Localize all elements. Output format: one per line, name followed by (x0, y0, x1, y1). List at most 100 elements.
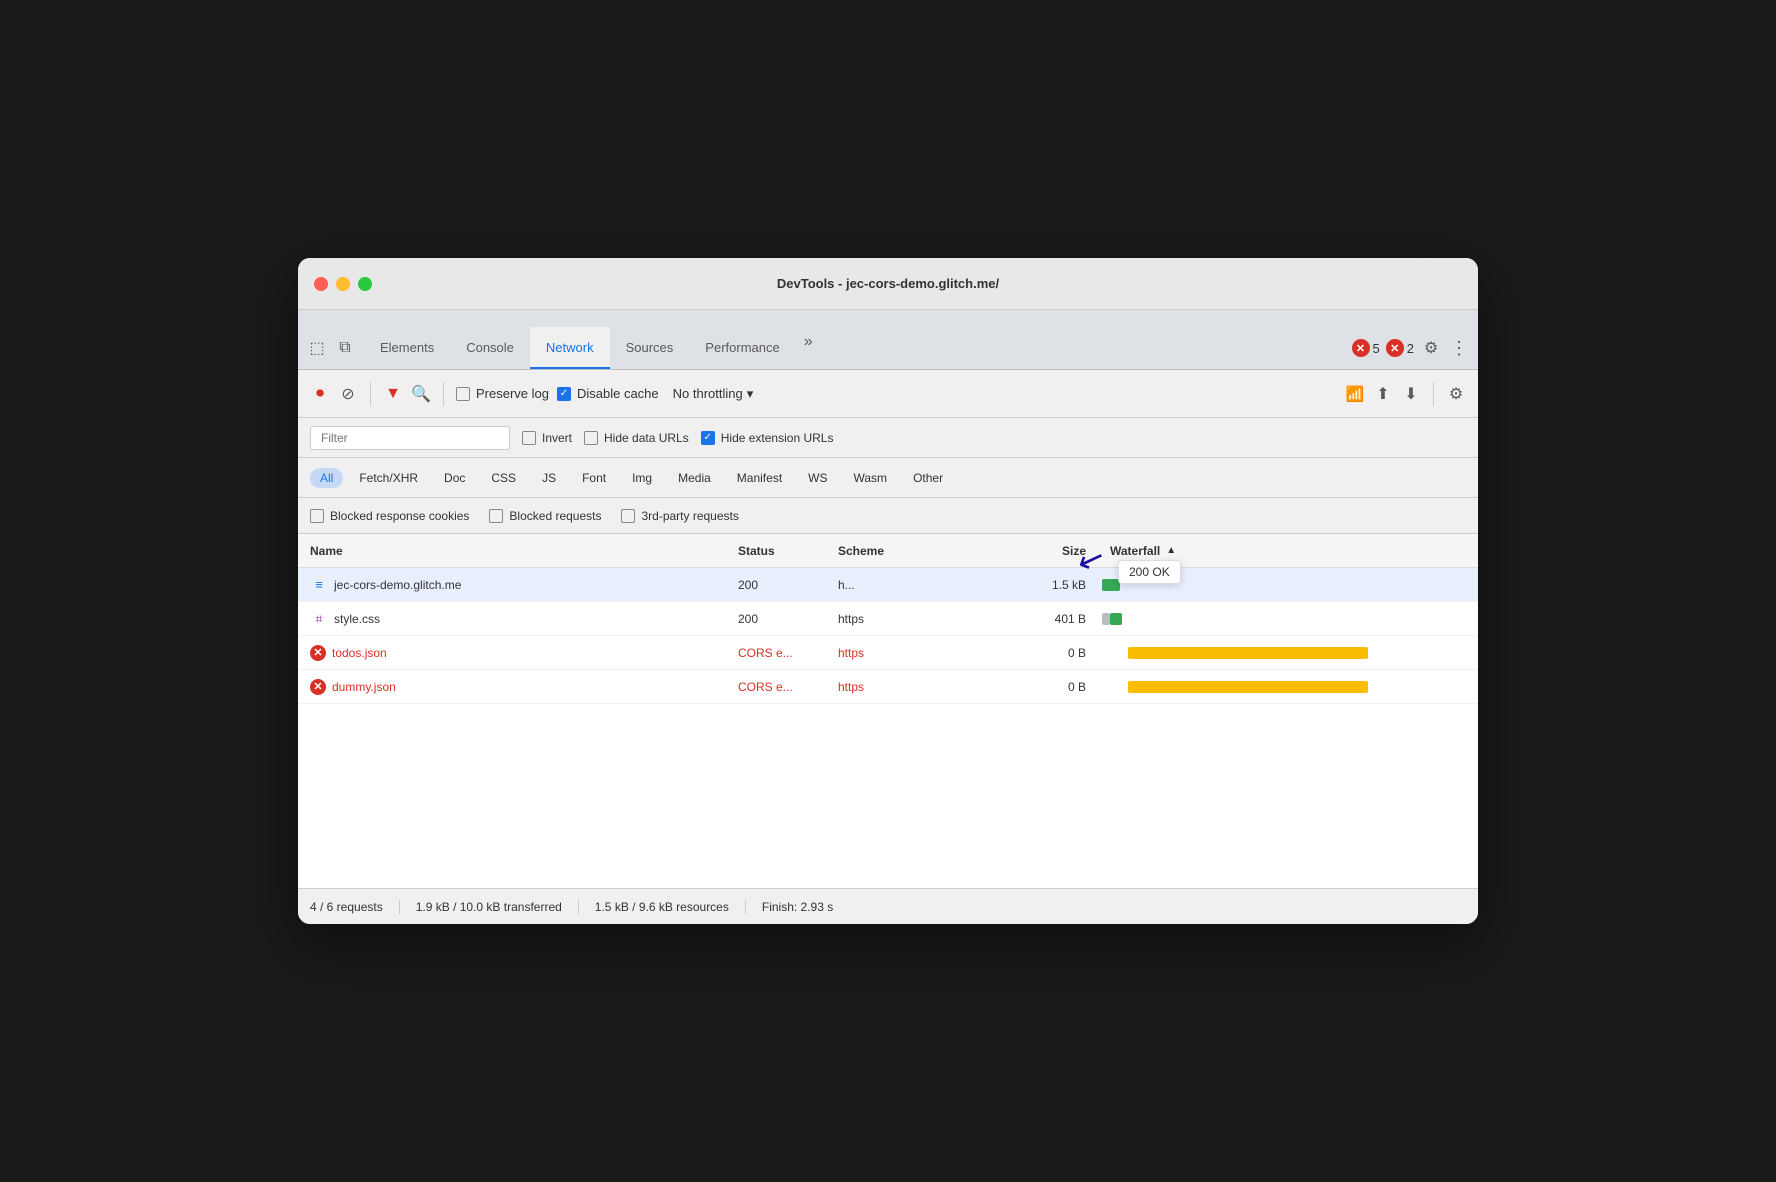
type-filter-wasm[interactable]: Wasm (844, 468, 898, 488)
hide-data-urls-label[interactable]: Hide data URLs (584, 431, 689, 445)
record-stop-icon[interactable]: ⏺ (310, 384, 330, 404)
row-size-3: 0 B (998, 646, 1098, 660)
row-waterfall-4 (1098, 670, 1478, 703)
tab-elements[interactable]: Elements (364, 327, 450, 369)
devtools-right-icons: ✕ 5 ✕ 2 ⚙ ⋮ (1352, 337, 1470, 359)
disable-cache-label[interactable]: ✓ Disable cache (557, 386, 659, 401)
row-waterfall-2 (1098, 602, 1478, 635)
col-header-status[interactable]: Status (738, 544, 838, 558)
row-status-1: 200 (738, 578, 838, 592)
type-filter-ws[interactable]: WS (798, 468, 837, 488)
filter-input[interactable] (310, 426, 510, 450)
invert-checkbox[interactable] (522, 431, 536, 445)
tab-console[interactable]: Console (450, 327, 530, 369)
row-name-cell-2: ⌗ style.css (298, 610, 738, 628)
minimize-button[interactable] (336, 277, 350, 291)
search-icon[interactable]: 🔍 (411, 384, 431, 404)
row-status-2: 200 (738, 612, 838, 626)
error-circle-icon: ✕ (310, 645, 326, 661)
chevron-down-icon: ▾ (747, 386, 754, 402)
hide-extension-urls-checkbox[interactable]: ✓ (701, 431, 715, 445)
devtools-window: DevTools - jec-cors-demo.glitch.me/ ⬚ ⧉ … (298, 258, 1478, 924)
third-party-checkbox[interactable] (621, 509, 635, 523)
row-status-4: CORS e... (738, 680, 838, 694)
status-requests: 4 / 6 requests (310, 900, 400, 914)
type-filter-img[interactable]: Img (622, 468, 662, 488)
row-name-4: dummy.json (332, 680, 396, 694)
import-icon[interactable]: ⬇ (1401, 384, 1421, 404)
close-button[interactable] (314, 277, 328, 291)
row-waterfall-1: 200 OK ↙ (1098, 568, 1478, 601)
toolbar-right: 📶 ⬆ ⬇ ⚙ (1345, 382, 1466, 406)
css-icon: ⌗ (310, 610, 328, 628)
blocked-cookies-label[interactable]: Blocked response cookies (310, 509, 469, 523)
export-icon[interactable]: ⬆ (1373, 384, 1393, 404)
third-party-label[interactable]: 3rd-party requests (621, 509, 738, 523)
disable-cache-checkbox[interactable]: ✓ (557, 387, 571, 401)
type-filter-fetch-xhr[interactable]: Fetch/XHR (349, 468, 428, 488)
type-filter-media[interactable]: Media (668, 468, 721, 488)
network-table: Name Status Scheme Size Waterfall ▲ ≡ je… (298, 534, 1478, 888)
tab-performance[interactable]: Performance (689, 327, 795, 369)
settings-icon[interactable]: ⚙ (1420, 337, 1442, 359)
type-filter-manifest[interactable]: Manifest (727, 468, 792, 488)
type-filter-all[interactable]: All (310, 468, 343, 488)
tooltip-200ok: 200 OK (1118, 560, 1181, 584)
table-row[interactable]: ≡ jec-cors-demo.glitch.me 200 h... 1.5 k… (298, 568, 1478, 602)
table-rows: ≡ jec-cors-demo.glitch.me 200 h... 1.5 k… (298, 568, 1478, 888)
inspector-icon[interactable]: ⬚ (306, 337, 328, 359)
blocked-requests-label[interactable]: Blocked requests (489, 509, 601, 523)
col-header-waterfall[interactable]: Waterfall ▲ (1098, 544, 1478, 558)
waterfall-bar-2b (1110, 613, 1122, 625)
device-icon[interactable]: ⧉ (334, 337, 356, 359)
filter-bar: Invert Hide data URLs ✓ Hide extension U… (298, 418, 1478, 458)
type-filter-doc[interactable]: Doc (434, 468, 475, 488)
tab-network[interactable]: Network (530, 327, 610, 369)
more-options-icon[interactable]: ⋮ (1448, 337, 1470, 359)
toolbar-separator-3 (1433, 382, 1434, 406)
devtools-content: ⏺ ⊘ ▼ 🔍 Preserve log ✓ Disable cache No … (298, 370, 1478, 924)
toolbar: ⏺ ⊘ ▼ 🔍 Preserve log ✓ Disable cache No … (298, 370, 1478, 418)
filter-icon[interactable]: ▼ (383, 384, 403, 404)
window-title: DevTools - jec-cors-demo.glitch.me/ (777, 276, 999, 291)
row-size-2: 401 B (998, 612, 1098, 626)
maximize-button[interactable] (358, 277, 372, 291)
table-row[interactable]: ⌗ style.css 200 https 401 B (298, 602, 1478, 636)
doc-icon: ≡ (310, 576, 328, 594)
type-filter-css[interactable]: CSS (481, 468, 526, 488)
type-filter-js[interactable]: JS (532, 468, 566, 488)
preserve-log-label[interactable]: Preserve log (456, 386, 549, 401)
hide-data-urls-checkbox[interactable] (584, 431, 598, 445)
hide-extension-urls-label[interactable]: ✓ Hide extension URLs (701, 431, 834, 445)
blocked-requests-checkbox[interactable] (489, 509, 503, 523)
blocked-cookies-checkbox[interactable] (310, 509, 324, 523)
row-size-4: 0 B (998, 680, 1098, 694)
error-badge-2[interactable]: ✕ 2 (1386, 339, 1414, 357)
tab-sources[interactable]: Sources (610, 327, 690, 369)
preserve-log-checkbox[interactable] (456, 387, 470, 401)
col-header-scheme[interactable]: Scheme (838, 544, 998, 558)
col-header-name[interactable]: Name (298, 544, 738, 558)
row-waterfall-3 (1098, 636, 1478, 669)
network-settings-icon[interactable]: ⚙ (1446, 384, 1466, 404)
row-scheme-3: https (838, 646, 998, 660)
error-badge-1[interactable]: ✕ 5 (1352, 339, 1380, 357)
row-name-1: jec-cors-demo.glitch.me (334, 578, 461, 592)
more-tabs-button[interactable]: » (796, 325, 821, 359)
table-row[interactable]: ✕ todos.json CORS e... https 0 B (298, 636, 1478, 670)
type-filter-other[interactable]: Other (903, 468, 953, 488)
error-icon-2: ✕ (1386, 339, 1404, 357)
throttle-dropdown[interactable]: No throttling ▾ (667, 384, 760, 404)
clear-icon[interactable]: ⊘ (338, 384, 358, 404)
col-header-size[interactable]: Size (998, 544, 1098, 558)
type-filter-bar: All Fetch/XHR Doc CSS JS Font Img Media … (298, 458, 1478, 498)
waterfall-bar-4 (1128, 681, 1368, 693)
row-name-2: style.css (334, 612, 380, 626)
status-finish: Finish: 2.93 s (746, 900, 849, 914)
row-status-3: CORS e... (738, 646, 838, 660)
invert-checkbox-label[interactable]: Invert (522, 431, 572, 445)
table-row[interactable]: ✕ dummy.json CORS e... https 0 B (298, 670, 1478, 704)
network-conditions-icon[interactable]: 📶 (1345, 384, 1365, 404)
type-filter-font[interactable]: Font (572, 468, 616, 488)
error-icon-1: ✕ (1352, 339, 1370, 357)
